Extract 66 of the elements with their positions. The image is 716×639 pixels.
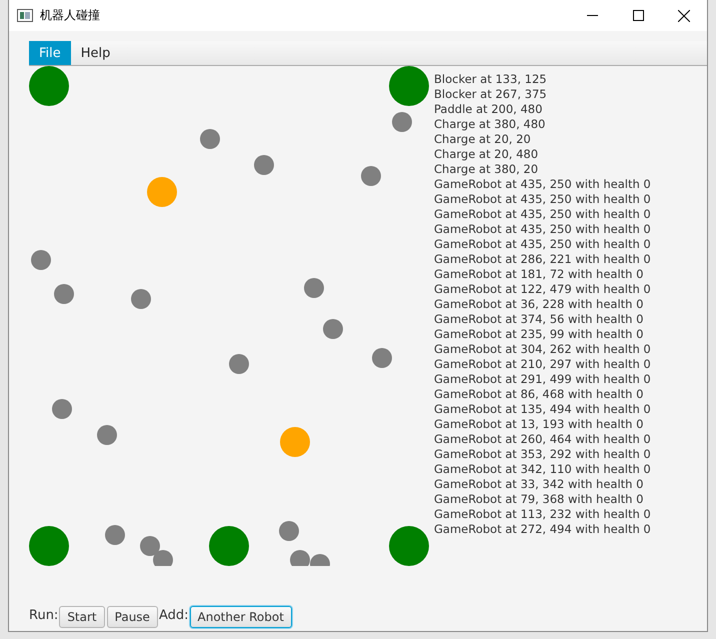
paddle-circle: [209, 526, 249, 566]
control-label: Run:: [29, 608, 58, 623]
action-button[interactable]: Pause: [106, 606, 158, 628]
log-line: GameRobot at 435, 250 with health 0: [434, 237, 651, 252]
log-line: GameRobot at 374, 56 with health 0: [434, 312, 644, 327]
log-line: GameRobot at 135, 494 with health 0: [434, 402, 651, 417]
log-line: GameRobot at 235, 99 with health 0: [434, 327, 644, 342]
charge-circle: [389, 66, 429, 106]
robot-circle: [254, 155, 274, 175]
log-line: GameRobot at 86, 468 with health 0: [434, 387, 644, 402]
close-icon: [678, 10, 690, 22]
log-line: GameRobot at 291, 499 with health 0: [434, 372, 651, 387]
log-line: GameRobot at 272, 494 with health 0: [434, 522, 651, 537]
maximize-icon: [632, 10, 644, 21]
log-line: GameRobot at 260, 464 with health 0: [434, 432, 651, 447]
robot-circle: [392, 112, 412, 132]
log-line: Blocker at 267, 375: [434, 87, 548, 102]
log-line: GameRobot at 342, 110 with health 0: [434, 462, 651, 477]
log-line: GameRobot at 210, 297 with health 0: [434, 357, 651, 372]
log-line: Charge at 380, 20: [434, 162, 540, 177]
log-line: GameRobot at 33, 342 with health 0: [434, 477, 644, 492]
log-line: GameRobot at 435, 250 with health 0: [434, 207, 651, 222]
log-line: GameRobot at 304, 262 with health 0: [434, 342, 651, 357]
robot-circle: [290, 550, 310, 566]
log-line: Paddle at 200, 480: [434, 102, 544, 117]
log-line: Blocker at 133, 125: [434, 72, 548, 87]
robot-circle: [140, 536, 160, 556]
charge-circle: [389, 526, 429, 566]
charge-circle: [29, 526, 69, 566]
robot-circle: [52, 399, 72, 419]
log-line: GameRobot at 435, 250 with health 0: [434, 177, 651, 192]
blocker-circle: [280, 427, 310, 457]
robot-circle: [323, 319, 343, 339]
window-title: 机器人碰撞: [40, 7, 101, 24]
log-line: GameRobot at 181, 72 with health 0: [434, 267, 644, 282]
robot-circle: [97, 425, 117, 445]
log-line: GameRobot at 122, 479 with health 0: [434, 282, 651, 297]
robot-circle: [200, 129, 220, 149]
robot-circle: [372, 348, 392, 368]
log-line: GameRobot at 36, 228 with health 0: [434, 297, 644, 312]
robot-circle: [131, 289, 151, 309]
action-button[interactable]: Start: [59, 606, 105, 628]
menu-item[interactable]: Help: [70, 41, 120, 65]
log-line: GameRobot at 435, 250 with health 0: [434, 192, 651, 207]
robot-circle: [361, 166, 381, 186]
action-button[interactable]: Another Robot: [190, 606, 292, 628]
charge-circle: [29, 66, 69, 106]
log-line: GameRobot at 79, 368 with health 0: [434, 492, 644, 507]
log-line: GameRobot at 286, 221 with health 0: [434, 252, 651, 267]
robot-circle: [229, 354, 249, 374]
log-line: Charge at 20, 20: [434, 132, 532, 147]
robot-circle: [304, 278, 324, 298]
log-line: GameRobot at 113, 232 with health 0: [434, 507, 651, 522]
log-line: GameRobot at 435, 250 with health 0: [434, 222, 651, 237]
blocker-circle: [147, 177, 177, 207]
log-line: GameRobot at 353, 292 with health 0: [434, 447, 651, 462]
app-icon: [17, 9, 33, 22]
robot-circle: [54, 284, 74, 304]
robot-circle: [105, 525, 125, 545]
control-label: Add:: [158, 608, 188, 623]
robot-circle: [153, 550, 173, 566]
log-line: Charge at 380, 480: [434, 117, 546, 132]
robot-circle: [279, 521, 299, 541]
log-line: Charge at 20, 480: [434, 147, 540, 162]
robot-circle: [31, 250, 51, 270]
log-line: GameRobot at 13, 193 with health 0: [434, 417, 644, 432]
